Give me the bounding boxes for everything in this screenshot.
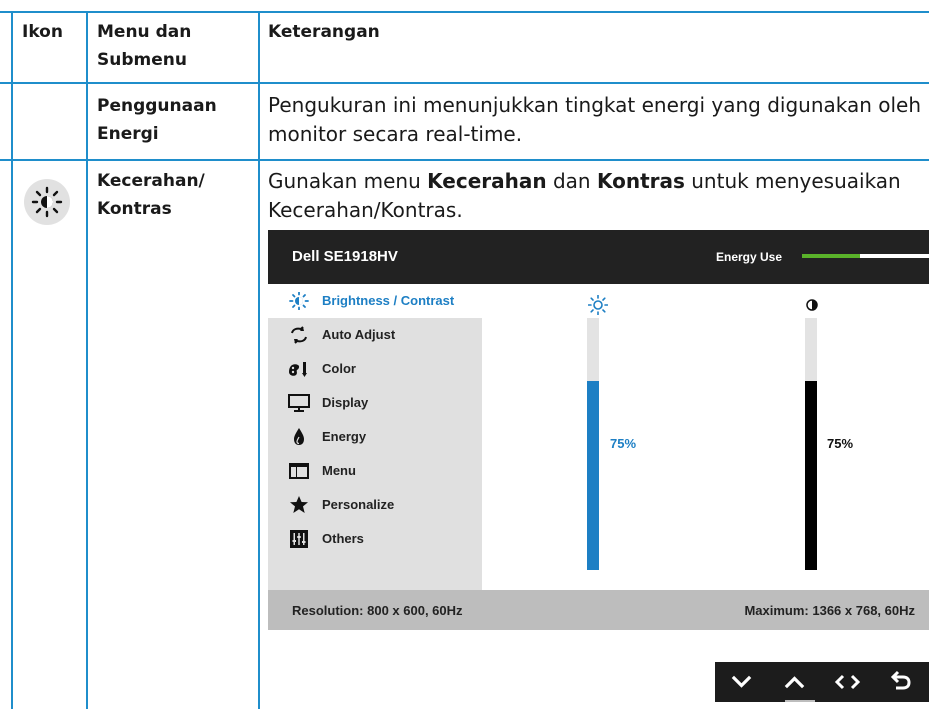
auto-adjust-icon (291, 326, 307, 344)
nav-highlight (785, 700, 815, 702)
menu-item-personalize[interactable]: Personalize (268, 488, 482, 522)
monitor-model: Dell SE1918HV (292, 248, 398, 265)
menu-item-label: Personalize (322, 497, 395, 512)
energy-icon (294, 428, 304, 445)
osd-header: Dell SE1918HV Energy Use (268, 230, 929, 284)
down-button[interactable] (715, 662, 768, 702)
contrast-icon (806, 299, 818, 311)
energy-use-fill (802, 254, 861, 258)
table-left-border (11, 11, 13, 709)
contrast-value: 75% (827, 436, 854, 451)
column-divider (258, 11, 260, 709)
maximum-resolution: Maximum: 1366 x 768, 60Hz (744, 603, 915, 618)
menu-item-label: Auto Adjust (322, 327, 396, 342)
menu-item-menu[interactable]: Menu (268, 454, 482, 488)
energy-use-label: Energy Use (716, 250, 783, 264)
menu-item-label: Color (322, 361, 356, 376)
brightness-contrast-description: Gunakan menu Kecerahan dan Kontras untuk… (268, 167, 924, 225)
row-divider (0, 159, 929, 161)
menu-item-auto-adjust[interactable]: Auto Adjust (268, 318, 482, 352)
header-description: Keterangan (268, 22, 380, 42)
osd-menu: Dell SE1918HV Energy Use Brightness / Co… (268, 230, 929, 630)
header-icon: Ikon (22, 22, 63, 42)
menu-item-display[interactable]: Display (268, 386, 482, 420)
energy-use-menu-name: Penggunaan Energi (97, 96, 217, 144)
desc-text: Gunakan menu (268, 169, 428, 193)
menu-item-label: Others (322, 531, 364, 546)
menu-item-energy[interactable]: Energy (268, 420, 482, 454)
energy-use-description: Pengukuran ini menunjukkan tingkat energ… (268, 93, 922, 146)
others-icon (290, 530, 308, 548)
osd-button-bar (715, 662, 929, 702)
desc-text: dan (546, 169, 597, 193)
brightness-contrast-panel: 75% 75% (482, 284, 929, 590)
brightness-slider[interactable] (587, 318, 599, 570)
color-icon (289, 362, 307, 377)
brightness-value: 75% (610, 436, 637, 451)
chevron-up-icon (784, 676, 805, 689)
current-resolution: Resolution: 800 x 600, 60Hz (292, 603, 463, 618)
desc-bold-contrast: Kontras (596, 169, 685, 193)
back-icon (890, 670, 911, 690)
row-divider (0, 82, 929, 84)
header-menu: Menu dan Submenu (97, 22, 192, 70)
osd-status-bar: Resolution: 800 x 600, 60Hz Maximum: 136… (268, 590, 929, 630)
brightness-slider-fill (587, 381, 599, 570)
brightness-contrast-menu-name: Kecerahan/ Kontras (97, 171, 205, 219)
menu-item-others[interactable]: Others (268, 522, 482, 556)
brightness-icon (588, 295, 608, 315)
menu-icon (289, 463, 309, 479)
contrast-slider-fill (805, 381, 817, 570)
menu-item-color[interactable]: Color (268, 352, 482, 386)
select-button[interactable] (821, 662, 874, 702)
brightness-icon (24, 179, 70, 225)
contrast-slider[interactable] (805, 318, 817, 570)
menu-item-label: Menu (322, 463, 356, 478)
brightness-icon (289, 292, 309, 310)
menu-item-label: Display (322, 395, 369, 410)
menu-item-label: Energy (322, 429, 367, 444)
table-top-border (0, 11, 929, 13)
osd-menu-list: Brightness / Contrast Auto Adjust Color (268, 284, 482, 590)
star-icon (290, 496, 308, 513)
chevron-down-icon (731, 675, 752, 688)
menu-item-label: Brightness / Contrast (322, 293, 455, 308)
display-icon (288, 394, 310, 412)
left-right-icon (834, 674, 861, 690)
energy-use-meter (802, 254, 929, 258)
up-button[interactable] (768, 662, 821, 702)
menu-item-brightness-contrast[interactable]: Brightness / Contrast (268, 284, 482, 318)
column-divider (86, 11, 88, 709)
back-button[interactable] (874, 662, 927, 702)
desc-bold-brightness: Kecerahan (427, 169, 547, 193)
